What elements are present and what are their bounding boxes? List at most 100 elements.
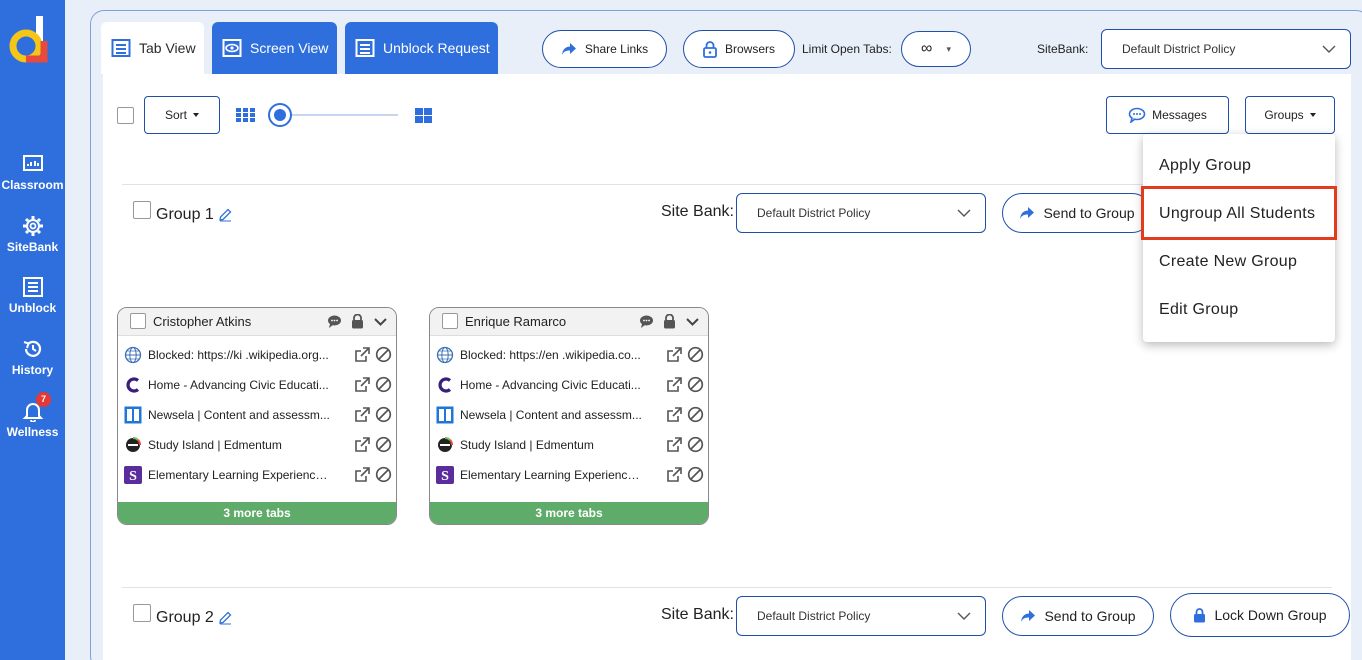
groups-button[interactable]: Groups	[1245, 96, 1335, 134]
student-tab-row: Newsela | Content and assessm...	[436, 404, 704, 426]
chevron-down-icon[interactable]	[373, 314, 388, 329]
chevron-down-icon	[957, 208, 971, 218]
caret-icon: ▾	[946, 43, 951, 54]
student-name: Enrique Ramarco	[465, 314, 567, 329]
slider-track	[278, 114, 398, 116]
student-tab-row: S Elementary Learning Experience ...	[436, 464, 704, 486]
more-tabs-bar[interactable]: 3 more tabs	[118, 502, 396, 524]
send-to-group-label: Send to Group	[1043, 205, 1135, 221]
student-checkbox[interactable]	[442, 313, 458, 329]
browsers-button[interactable]: Browsers	[683, 30, 795, 68]
open-external-icon[interactable]	[354, 466, 371, 483]
block-icon[interactable]	[375, 406, 392, 423]
messages-button[interactable]: Messages	[1106, 96, 1229, 134]
block-icon[interactable]	[375, 376, 392, 393]
chevron-down-icon	[957, 611, 971, 621]
share-links-button[interactable]: Share Links	[542, 30, 667, 68]
menu-item-apply-group[interactable]: Apply Group	[1159, 157, 1251, 175]
tab-title: Elementary Learning Experience ...	[148, 468, 331, 482]
menu-item-edit-group[interactable]: Edit Group	[1159, 301, 1238, 319]
tab-title: Elementary Learning Experience ...	[460, 468, 643, 482]
group-checkbox[interactable]	[133, 201, 151, 219]
lock-down-group-button[interactable]: Lock Down Group	[1170, 593, 1350, 637]
block-icon[interactable]	[687, 346, 704, 363]
pencil-icon[interactable]	[218, 208, 232, 222]
chevron-down-icon[interactable]	[685, 314, 700, 329]
open-external-icon[interactable]	[666, 436, 683, 453]
site-bank-value: Default District Policy	[757, 609, 871, 623]
svg-text:S: S	[441, 469, 449, 484]
open-external-icon[interactable]	[354, 406, 371, 423]
small-grid-icon[interactable]	[236, 108, 255, 122]
send-to-group-button[interactable]: Send to Group	[1002, 193, 1152, 233]
student-card[interactable]: Cristopher Atkins Blocked: https://ki .wi…	[117, 307, 397, 525]
sitebank-value: Default District Policy	[1122, 42, 1236, 56]
message-icon[interactable]	[327, 314, 342, 329]
block-icon[interactable]	[687, 376, 704, 393]
app-logo	[6, 14, 56, 66]
tab-screen-view[interactable]: Screen View	[212, 22, 337, 74]
tab-unblock-request[interactable]: Unblock Request	[345, 22, 498, 74]
zoom-slider[interactable]	[268, 102, 400, 128]
send-to-group-label: Send to Group	[1044, 608, 1136, 624]
open-external-icon[interactable]	[666, 406, 683, 423]
open-external-icon[interactable]	[666, 466, 683, 483]
sidebar-item-wellness[interactable]: 7 Wellness	[0, 392, 65, 439]
group-checkbox[interactable]	[133, 604, 151, 622]
select-all-checkbox[interactable]	[117, 107, 134, 124]
sort-label: Sort	[164, 108, 187, 122]
tab-title: Home - Advancing Civic Educati...	[148, 378, 329, 392]
block-icon[interactable]	[375, 436, 392, 453]
block-icon[interactable]	[375, 466, 392, 483]
share-icon	[1020, 609, 1036, 623]
tab-tab-view[interactable]: Tab View	[101, 22, 204, 74]
list-icon	[355, 38, 375, 58]
pencil-icon[interactable]	[218, 611, 232, 625]
group-site-bank-select[interactable]: Default District Policy	[736, 193, 986, 233]
block-icon[interactable]	[687, 466, 704, 483]
sidebar-item-unblock[interactable]: Unblock	[0, 276, 65, 315]
open-external-icon[interactable]	[354, 436, 371, 453]
tab-title: Newsela | Content and assessm...	[460, 408, 642, 422]
open-external-icon[interactable]	[666, 376, 683, 393]
lock-icon	[1193, 607, 1206, 623]
block-icon[interactable]	[687, 436, 704, 453]
slider-thumb[interactable]	[268, 103, 292, 127]
student-tab-row: Home - Advancing Civic Educati...	[436, 374, 704, 396]
site-bank-label: Site Bank:	[661, 606, 734, 623]
limit-open-tabs-select[interactable]: ∞ ▾	[901, 31, 971, 67]
student-name: Cristopher Atkins	[153, 314, 252, 329]
block-icon[interactable]	[375, 346, 392, 363]
open-external-icon[interactable]	[666, 346, 683, 363]
globe-icon	[124, 346, 142, 364]
sidebar-item-label: History	[11, 363, 54, 377]
student-tab-row: Blocked: https://en .wikipedia.co...	[436, 344, 704, 366]
block-icon[interactable]	[687, 406, 704, 423]
tab-view-icon	[111, 38, 131, 58]
lock-icon[interactable]	[350, 314, 365, 329]
sidebar-item-classroom[interactable]: Classroom	[0, 153, 65, 192]
message-icon[interactable]	[639, 314, 654, 329]
menu-item-create-new-group[interactable]: Create New Group	[1159, 253, 1297, 271]
more-tabs-bar[interactable]: 3 more tabs	[430, 502, 708, 524]
sidebar-item-sitebank[interactable]: SiteBank	[0, 215, 65, 254]
large-grid-icon[interactable]	[415, 108, 432, 123]
lock-icon	[703, 40, 717, 58]
chevron-down-icon	[1322, 44, 1336, 54]
send-to-group-button[interactable]: Send to Group	[1002, 596, 1154, 636]
messages-label: Messages	[1152, 108, 1207, 122]
tab-title: Blocked: https://en .wikipedia.co...	[460, 348, 641, 362]
lock-down-label: Lock Down Group	[1214, 607, 1327, 623]
sidebar-item-history[interactable]: History	[0, 338, 65, 377]
sort-button[interactable]: Sort	[144, 96, 220, 134]
lock-icon[interactable]	[662, 314, 677, 329]
student-card[interactable]: Enrique Ramarco Blocked: https://en .wiki…	[429, 307, 709, 525]
student-checkbox[interactable]	[130, 313, 146, 329]
sitebank-select[interactable]: Default District Policy	[1101, 29, 1351, 69]
tab-label: Unblock Request	[383, 40, 490, 56]
open-external-icon[interactable]	[354, 346, 371, 363]
newsela-icon	[436, 406, 454, 424]
caret-icon	[1309, 113, 1316, 117]
group-site-bank-select[interactable]: Default District Policy	[736, 596, 986, 636]
open-external-icon[interactable]	[354, 376, 371, 393]
